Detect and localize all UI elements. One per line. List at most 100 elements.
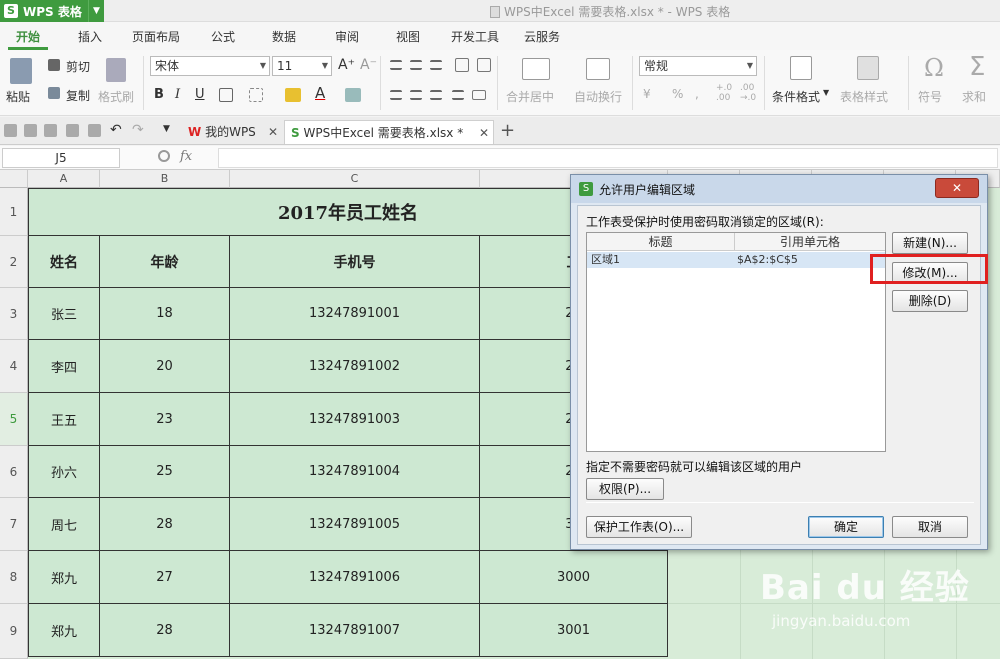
list-item[interactable]: 区域1 $A$2:$C$5 <box>587 252 885 268</box>
app-menu-button[interactable]: S WPS 表格 ▼ <box>0 0 104 22</box>
row-header-2[interactable]: 2 <box>0 236 28 288</box>
distributed-icon[interactable] <box>472 90 486 100</box>
table-style-icon[interactable] <box>857 56 879 80</box>
omega-icon[interactable]: Ω <box>924 54 944 82</box>
conditional-format-button[interactable]: 条件格式 <box>772 88 820 105</box>
underline-icon[interactable]: U <box>195 87 205 102</box>
table-cell[interactable]: 13247891006 <box>230 551 480 604</box>
cut-button[interactable]: 剪切 <box>66 58 90 75</box>
align-center-icon[interactable] <box>410 90 422 100</box>
increase-decimal-icon[interactable]: +.0.00 <box>716 83 732 103</box>
tab-data[interactable]: 数据 <box>272 22 296 50</box>
cancel-button[interactable]: 取消 <box>892 516 968 538</box>
italic-icon[interactable]: I <box>175 87 180 102</box>
borders-icon[interactable] <box>219 88 233 102</box>
font-name-select[interactable]: 宋体 ▼ <box>150 56 270 76</box>
column-header-b[interactable]: B <box>100 170 230 188</box>
clear-format-icon[interactable] <box>345 88 361 102</box>
search-icon[interactable] <box>158 150 170 162</box>
format-painter-button[interactable]: 格式刷 <box>98 88 134 105</box>
paste-icon[interactable] <box>10 58 32 84</box>
justify-icon[interactable] <box>452 90 464 100</box>
align-middle-icon[interactable] <box>410 60 422 70</box>
print-icon[interactable] <box>66 124 79 137</box>
conditional-format-icon[interactable] <box>790 56 812 80</box>
close-button[interactable]: ✕ <box>935 178 979 198</box>
sum-button[interactable]: 求和 <box>962 88 986 105</box>
header-name[interactable]: 姓名 <box>28 236 100 288</box>
table-cell[interactable]: 20 <box>100 340 230 393</box>
dialog-title-bar[interactable]: S 允许用户编辑区域 ✕ <box>571 175 987 203</box>
chevron-down-icon[interactable]: ▼ <box>88 0 104 22</box>
table-cell[interactable]: 18 <box>100 288 230 340</box>
decrease-decimal-icon[interactable]: .00 →.0 <box>740 83 756 103</box>
table-cell[interactable]: 13247891004 <box>230 446 480 498</box>
symbol-button[interactable]: 符号 <box>918 88 942 105</box>
export-pdf-icon[interactable] <box>44 124 57 137</box>
tab-cloud-services[interactable]: 云服务 <box>524 22 560 50</box>
formula-input[interactable] <box>218 148 998 168</box>
tab-home[interactable]: 开始 <box>7 22 49 50</box>
tab-review[interactable]: 审阅 <box>335 22 359 50</box>
shrink-font-icon[interactable]: A⁻ <box>360 57 377 73</box>
fx-icon[interactable]: fx <box>180 149 192 164</box>
bold-icon[interactable]: B <box>154 87 164 102</box>
font-color-icon[interactable]: A <box>315 84 325 102</box>
comma-style-icon[interactable]: , <box>695 87 699 101</box>
print-preview-icon[interactable] <box>88 124 101 137</box>
table-cell[interactable]: 王五 <box>28 393 100 446</box>
table-cell[interactable]: 张三 <box>28 288 100 340</box>
redo-icon[interactable]: ↷ <box>132 122 144 138</box>
table-cell[interactable]: 27 <box>100 551 230 604</box>
currency-icon[interactable]: ¥ <box>643 87 651 101</box>
name-box[interactable]: J5 <box>2 148 120 168</box>
outdent-icon[interactable] <box>477 58 491 72</box>
open-icon[interactable] <box>4 124 17 137</box>
cell-borders-icon[interactable] <box>249 88 263 102</box>
chevron-down-icon[interactable]: ▼ <box>163 124 170 134</box>
percent-icon[interactable]: % <box>672 87 683 101</box>
table-cell[interactable]: 郑九 <box>28 604 100 657</box>
align-left-icon[interactable] <box>390 90 402 100</box>
table-cell[interactable]: 13247891007 <box>230 604 480 657</box>
delete-range-button[interactable]: 删除(D) <box>892 290 968 312</box>
table-cell[interactable]: 孙六 <box>28 446 100 498</box>
table-cell[interactable]: 李四 <box>28 340 100 393</box>
table-cell[interactable]: 13247891001 <box>230 288 480 340</box>
tab-developer[interactable]: 开发工具 <box>451 22 499 50</box>
copy-button[interactable]: 复制 <box>66 87 90 104</box>
table-cell[interactable]: 郑九 <box>28 551 100 604</box>
table-cell[interactable]: 28 <box>100 498 230 551</box>
tab-insert[interactable]: 插入 <box>78 22 102 50</box>
table-cell[interactable]: 25 <box>100 446 230 498</box>
number-format-select[interactable]: 常规 ▼ <box>639 56 757 76</box>
protect-sheet-button[interactable]: 保护工作表(O)... <box>586 516 692 538</box>
column-title-header[interactable]: 标题 <box>587 233 735 251</box>
row-header-1[interactable]: 1 <box>0 188 28 236</box>
table-style-button[interactable]: 表格样式 <box>840 88 888 105</box>
tab-formulas[interactable]: 公式 <box>211 22 235 50</box>
tab-view[interactable]: 视图 <box>396 22 420 50</box>
row-header-4[interactable]: 4 <box>0 340 28 393</box>
new-range-button[interactable]: 新建(N)... <box>892 232 968 254</box>
row-header-7[interactable]: 7 <box>0 498 28 551</box>
indent-icon[interactable] <box>455 58 469 72</box>
wrap-text-button[interactable]: 自动换行 <box>574 88 622 105</box>
column-header-c[interactable]: C <box>230 170 480 188</box>
table-cell[interactable]: 13247891005 <box>230 498 480 551</box>
paste-button[interactable]: 粘贴 <box>6 88 30 105</box>
ranges-list[interactable]: 标题 引用单元格 区域1 $A$2:$C$5 <box>586 232 886 452</box>
wrap-text-icon[interactable] <box>586 58 610 80</box>
grow-font-icon[interactable]: A⁺ <box>338 57 355 73</box>
row-header-9[interactable]: 9 <box>0 604 28 659</box>
font-size-select[interactable]: 11 ▼ <box>272 56 332 76</box>
tab-my-wps[interactable]: W 我的WPS ✕ <box>182 120 282 144</box>
table-cell[interactable]: 23 <box>100 393 230 446</box>
tab-page-layout[interactable]: 页面布局 <box>132 22 180 50</box>
save-icon[interactable] <box>24 124 37 137</box>
align-right-icon[interactable] <box>430 90 442 100</box>
column-header-a[interactable]: A <box>28 170 100 188</box>
table-cell[interactable]: 3001 <box>480 604 668 657</box>
row-header-5[interactable]: 5 <box>0 393 28 446</box>
new-tab-icon[interactable]: + <box>500 120 515 141</box>
